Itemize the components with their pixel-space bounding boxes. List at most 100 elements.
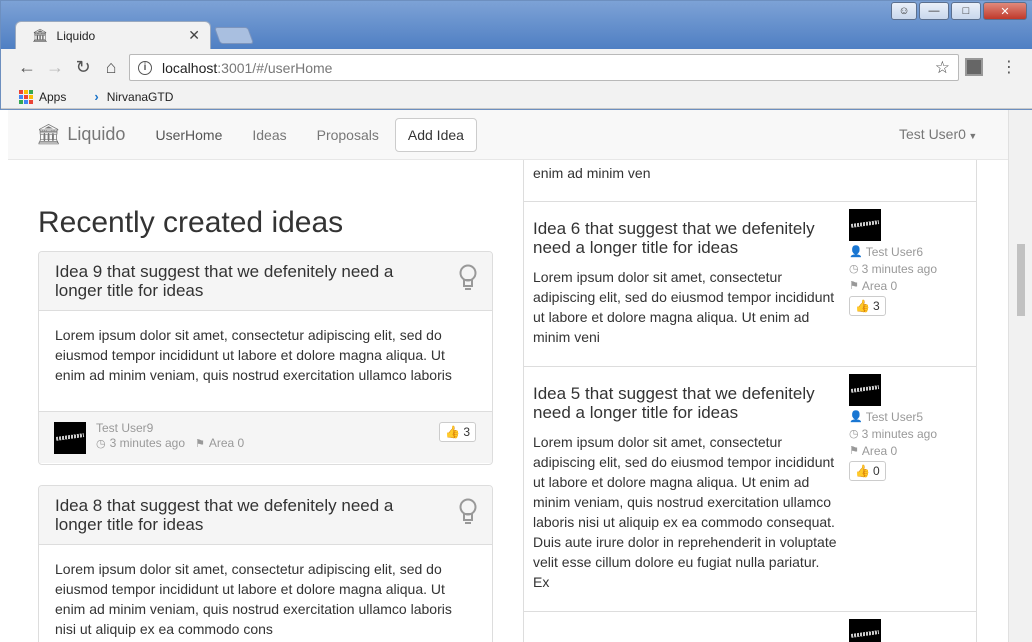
brand-link[interactable]: 🏛 Liquido <box>36 122 125 147</box>
idea-card[interactable]: Idea 9 that suggest that we defenitely n… <box>38 251 493 465</box>
tag-icon: ⚑ <box>849 445 859 457</box>
like-count: 3 <box>463 425 470 439</box>
avatar <box>849 209 881 241</box>
user-icon: 👤 <box>849 246 863 258</box>
new-tab-button[interactable] <box>213 27 255 44</box>
like-button[interactable]: 👍 3 <box>439 422 476 442</box>
idea-meta: 👤 Test User5 ◷ 3 minutes ago ⚑ Area 0 👍 … <box>849 374 937 481</box>
bookmark-nirvanagtd[interactable]: › NirvanaGTD <box>94 89 173 104</box>
extension-icon[interactable] <box>965 58 983 76</box>
user-icon: 👤 <box>849 411 863 423</box>
page-scrollbar[interactable] <box>1008 110 1032 642</box>
bookmark-apps[interactable]: Apps <box>19 89 67 104</box>
tab-strip: ☺ — □ ✕ 🏛 Liquido ✕ <box>1 1 1032 49</box>
list-item[interactable]: Idea 6 that suggest that we defenitely n… <box>524 202 976 367</box>
idea-title[interactable]: Idea 9 that suggest that we defenitely n… <box>55 262 425 300</box>
maximize-button[interactable]: □ <box>951 2 981 20</box>
card-header: Idea 8 that suggest that we defenitely n… <box>39 486 492 545</box>
browser-window: ☺ — □ ✕ 🏛 Liquido ✕ ← → ↻ ⌂ i localhost:… <box>0 0 1032 110</box>
bookmark-label: NirvanaGTD <box>106 89 174 104</box>
tag-icon: ⚑ <box>195 437 205 450</box>
idea-meta <box>849 619 881 642</box>
reload-icon[interactable]: ↻ <box>71 55 95 79</box>
address-bar[interactable]: i localhost:3001/#/userHome ☆ <box>129 54 959 81</box>
bookmark-label: Apps <box>39 89 67 104</box>
url-host: localhost <box>162 59 218 76</box>
section-title: Recently created ideas <box>38 206 344 239</box>
card-header: Idea 9 that suggest that we defenitely n… <box>39 252 492 311</box>
area-label[interactable]: Area 0 <box>862 444 897 458</box>
clock-icon: ◷ <box>96 437 106 450</box>
user-name: Test User0 <box>899 126 966 142</box>
idea-title[interactable]: Idea 8 that suggest that we defenitely n… <box>55 496 425 534</box>
thumbs-up-icon: 👍 <box>855 464 870 478</box>
card-footer: Test User9 ◷ 3 minutes ago ⚑ Area 0 👍 3 <box>39 411 492 463</box>
browser-tab[interactable]: 🏛 Liquido ✕ <box>15 21 211 49</box>
caret-down-icon: ▼ <box>965 131 978 141</box>
author-row: 👤 Test User6 <box>849 243 937 260</box>
browser-menu-icon[interactable]: ⋮ <box>1001 57 1017 77</box>
user-dropdown[interactable]: Test User0 ▼ <box>899 126 977 142</box>
nav-proposals[interactable]: Proposals <box>317 127 379 143</box>
idea-card[interactable]: Idea 8 that suggest that we defenitely n… <box>38 485 493 642</box>
created-time: 3 minutes ago <box>861 261 937 276</box>
idea-title[interactable]: Idea 5 that suggest that we defenitely n… <box>533 384 838 422</box>
bank-icon: 🏛 <box>32 27 49 43</box>
area-label[interactable]: Area 0 <box>862 279 897 293</box>
author-name[interactable]: Test User5 <box>866 410 923 424</box>
list-item[interactable]: Idea 5 that suggest that we defenitely n… <box>524 367 976 612</box>
page-viewport: 🏛 Liquido UserHome Ideas Proposals Add I… <box>8 110 1008 642</box>
chevron-right-icon: › <box>94 89 99 104</box>
idea-meta: ◷ 3 minutes ago ⚑ Area 0 <box>96 436 244 450</box>
idea-description: Lorem ipsum dolor sit amet, consectetur … <box>533 269 835 345</box>
like-count: 0 <box>872 464 880 478</box>
avatar <box>849 374 881 406</box>
tab-title: Liquido <box>56 28 96 43</box>
lightbulb-icon <box>459 264 477 290</box>
app-navbar: 🏛 Liquido UserHome Ideas Proposals Add I… <box>8 110 1008 160</box>
nav-ideas[interactable]: Ideas <box>252 127 286 143</box>
avatar <box>849 619 881 642</box>
thumbs-up-icon: 👍 <box>855 299 870 313</box>
idea-description: enim ad minim ven <box>533 165 651 181</box>
profile-icon[interactable]: ☺ <box>891 2 917 20</box>
author-name[interactable]: Test User6 <box>866 245 923 259</box>
clock-icon: ◷ <box>849 263 859 275</box>
idea-meta: 👤 Test User6 ◷ 3 minutes ago ⚑ Area 0 👍 … <box>849 209 937 316</box>
idea-description: Lorem ipsum dolor sit amet, consectetur … <box>55 561 452 637</box>
back-arrow-icon[interactable]: ← <box>15 55 39 79</box>
info-icon[interactable]: i <box>138 60 152 75</box>
created-time: 3 minutes ago <box>861 426 937 441</box>
idea-description: Lorem ipsum dolor sit amet, consectetur … <box>55 327 452 383</box>
ideas-list: enim ad minim ven Idea 6 that suggest th… <box>523 160 977 642</box>
lightbulb-icon <box>459 498 477 524</box>
close-window-button[interactable]: ✕ <box>983 2 1027 20</box>
avatar <box>54 422 86 454</box>
area-row: ⚑ Area 0 <box>849 442 937 459</box>
bank-icon: 🏛 <box>36 124 62 146</box>
bookmark-star-icon[interactable]: ☆ <box>935 58 950 78</box>
scroll-thumb[interactable] <box>1017 244 1025 316</box>
time-row: ◷ 3 minutes ago <box>849 260 937 277</box>
close-tab-icon[interactable]: ✕ <box>188 27 200 44</box>
author-name[interactable]: Test User9 <box>96 421 153 435</box>
created-time: 3 minutes ago <box>109 436 185 450</box>
list-item[interactable]: enim ad minim ven <box>524 160 976 202</box>
url-path: :3001/#/userHome <box>217 59 333 76</box>
like-button[interactable]: 👍 3 <box>849 296 886 316</box>
author-row: 👤 Test User5 <box>849 408 937 425</box>
clock-icon: ◷ <box>849 428 859 440</box>
time-row: ◷ 3 minutes ago <box>849 425 937 442</box>
nav-userhome[interactable]: UserHome <box>155 127 222 143</box>
minimize-button[interactable]: — <box>919 2 949 20</box>
apps-grid-icon <box>19 89 33 104</box>
forward-arrow-icon[interactable]: → <box>43 55 67 79</box>
idea-title[interactable]: Idea 6 that suggest that we defenitely n… <box>533 219 838 257</box>
home-icon[interactable]: ⌂ <box>99 55 123 79</box>
like-button[interactable]: 👍 0 <box>849 461 886 481</box>
like-count: 3 <box>872 299 880 313</box>
list-item[interactable] <box>524 612 976 642</box>
thumbs-up-icon: 👍 <box>445 425 461 439</box>
add-idea-button[interactable]: Add Idea <box>394 117 477 152</box>
area-label[interactable]: Area 0 <box>209 436 244 450</box>
